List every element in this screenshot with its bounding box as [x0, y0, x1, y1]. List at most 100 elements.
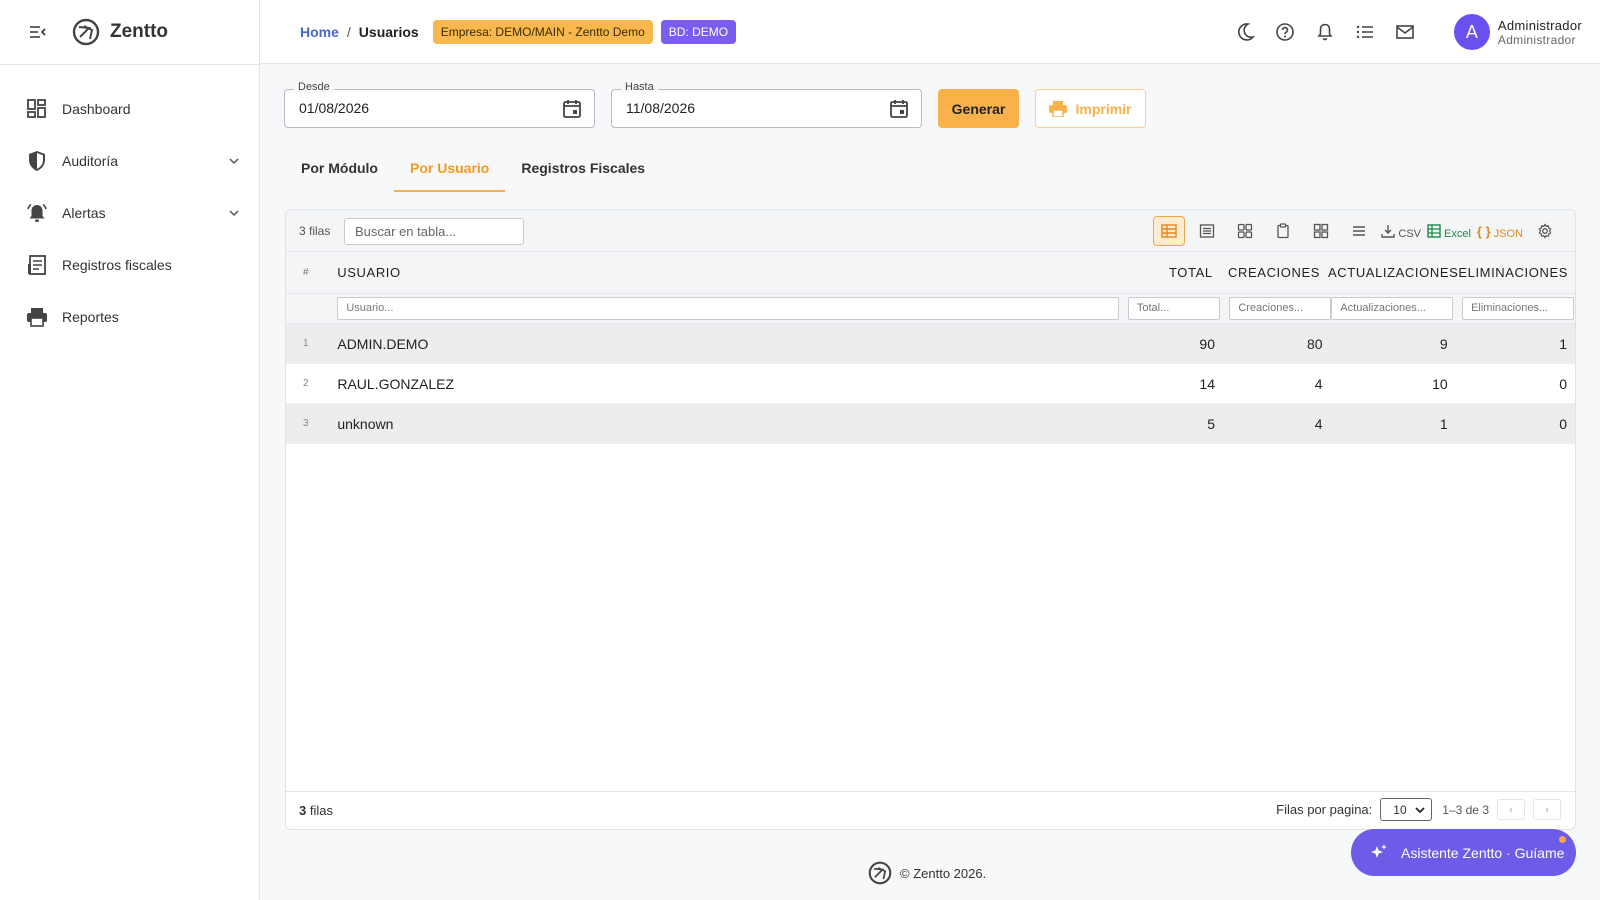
table-view-icon[interactable] [1153, 216, 1186, 246]
cell-usuario: ADMIN.DEMO [337, 335, 429, 352]
generar-button[interactable]: Generar [938, 89, 1019, 128]
pagination-range: 1–3 de 3 [1442, 802, 1489, 817]
sidebar-item-reportes[interactable]: Reportes [0, 291, 259, 343]
filter-usuario-cell: Usuario... [329, 297, 1124, 320]
report-tabs: Por Módulo Por Usuario Registros Fiscale… [285, 150, 661, 192]
user-name: Administrador [1497, 17, 1582, 33]
table-row[interactable]: 3 unknown 5 4 1 0 [286, 404, 1575, 444]
sidebar-item-label: Reportes [62, 309, 119, 325]
column-header-creaciones[interactable]: CREACIONES [1221, 265, 1328, 280]
page-footer: © Zentto 2026. [868, 861, 986, 885]
assistant-button[interactable]: Asistente Zentto · Guíame [1351, 829, 1576, 876]
tab-por-usuario[interactable]: Por Usuario [394, 150, 506, 192]
column-header-actualizaciones[interactable]: ACTUALIZACIONES [1328, 265, 1458, 280]
assistant-label: Asistente Zentto · Guíame [1401, 844, 1565, 861]
breadcrumb-current: Usuarios [358, 23, 419, 40]
dark-mode-icon[interactable] [1235, 22, 1255, 42]
sidebar-item-registros-fiscales[interactable]: Registros fiscales [0, 239, 259, 291]
cell-total: 14 [1199, 375, 1215, 392]
sidebar-item-alertas[interactable]: Alertas [0, 187, 259, 239]
rows-per-page-value: 10 [1393, 802, 1407, 817]
breadcrumb-home[interactable]: Home [300, 24, 339, 40]
user-role: Administrador [1497, 32, 1576, 47]
footer-count-suffix: filas [309, 803, 333, 818]
table-search-input[interactable]: Buscar en tabla... [344, 218, 524, 245]
footer-row-count: 3 filas [286, 803, 333, 818]
copyright-text: © Zentto 2026. [900, 865, 987, 881]
imprimir-button[interactable]: Imprimir [1035, 89, 1146, 128]
rows-per-page-label: Filas por pagina: [1276, 802, 1373, 817]
sidebar-item-label: Alertas [62, 205, 106, 221]
rows-per-page-select[interactable]: 10 [1380, 798, 1433, 821]
desde-date-field[interactable]: Desde 01/08/2026 [284, 81, 595, 128]
cell-eliminaciones: 0 [1559, 415, 1567, 432]
export-excel-button[interactable]: Excel [1427, 216, 1471, 246]
filter-creaciones-input[interactable]: Creaciones... [1229, 297, 1332, 320]
prev-page-button[interactable]: ‹ [1497, 799, 1525, 820]
user-menu[interactable]: A Administrador Administrador [1453, 14, 1582, 50]
filter-creaciones-cell: Creaciones... [1221, 297, 1332, 320]
filter-eliminaciones-input[interactable]: Eliminaciones... [1462, 297, 1575, 320]
task-list-icon[interactable] [1355, 22, 1375, 42]
sparkles-icon [1369, 843, 1389, 863]
row-number: 2 [303, 378, 309, 389]
column-header-eliminaciones[interactable]: ELIMINACIONES [1456, 265, 1575, 280]
csv-label: CSV [1398, 227, 1422, 240]
mail-icon[interactable] [1395, 22, 1415, 42]
export-csv-button[interactable]: CSV [1381, 216, 1421, 246]
cell-total: 5 [1207, 415, 1215, 432]
calendar-icon[interactable] [888, 98, 910, 120]
density-icon[interactable] [1343, 216, 1375, 246]
desde-label: Desde [294, 81, 334, 93]
filter-actualizaciones-cell: Actualizaciones... [1331, 297, 1456, 320]
filter-actualizaciones-input[interactable]: Actualizaciones... [1331, 297, 1454, 320]
hasta-date-field[interactable]: Hasta 11/08/2026 [611, 81, 922, 128]
sidebar-item-label: Dashboard [62, 101, 131, 117]
export-json-button[interactable]: { } JSON [1477, 216, 1523, 246]
tab-registros-fiscales[interactable]: Registros Fiscales [505, 150, 661, 192]
sidebar-item-label: Registros fiscales [62, 257, 172, 273]
brand-name: Zentto [110, 21, 169, 42]
next-page-button[interactable]: › [1533, 799, 1561, 820]
column-header-num: # [303, 267, 310, 278]
table-row[interactable]: 1 ADMIN.DEMO 90 80 9 1 [286, 324, 1575, 364]
receipt-icon [26, 254, 48, 276]
pagination: Filas por pagina: 10 1–3 de 3 ‹ › [1276, 798, 1561, 821]
data-grid: 3 filas Buscar en tabla... CSV Excel {}… [285, 209, 1576, 830]
excel-label: Excel [1444, 227, 1471, 240]
sidebar-nav: Dashboard Auditoría Alertas Registros fi… [0, 65, 259, 343]
database-badge: BD: DEMO [660, 19, 737, 44]
json-label: JSON [1493, 227, 1523, 240]
empresa-badge: Empresa: DEMO/MAIN - Zentto Demo [432, 19, 653, 44]
tab-por-modulo[interactable]: Por Módulo [285, 150, 394, 192]
column-header-total[interactable]: TOTAL [1123, 265, 1221, 280]
cell-creaciones: 80 [1306, 335, 1323, 352]
cell-usuario: unknown [337, 415, 394, 432]
column-header-usuario[interactable]: USUARIO [329, 265, 1123, 280]
sidebar-item-dashboard[interactable]: Dashboard [0, 83, 259, 135]
filter-eliminaciones-cell: Eliminaciones... [1456, 297, 1575, 320]
desde-value: 01/08/2026 [299, 100, 370, 116]
filter-total-input[interactable]: Total... [1127, 297, 1220, 320]
footer-count-number: 3 [299, 803, 307, 818]
cell-total: 90 [1199, 335, 1215, 352]
cell-eliminaciones: 1 [1559, 335, 1567, 352]
calendar-icon[interactable] [561, 98, 583, 120]
table-row[interactable]: 2 RAUL.GONZALEZ 14 4 10 0 [286, 364, 1575, 404]
settings-gear-icon[interactable] [1529, 216, 1561, 246]
grid-toolbar: 3 filas Buscar en tabla... CSV Excel {}… [286, 210, 1575, 252]
clipboard-icon[interactable] [1267, 216, 1299, 246]
sidebar-item-auditoria[interactable]: Auditoría [0, 135, 259, 187]
list-view-icon[interactable] [1191, 216, 1223, 246]
group-view-icon[interactable] [1305, 216, 1337, 246]
cell-creaciones: 4 [1314, 375, 1323, 392]
notifications-icon[interactable] [1315, 22, 1335, 42]
help-icon[interactable] [1275, 22, 1295, 42]
filter-usuario-input[interactable]: Usuario... [337, 297, 1120, 320]
menu-collapse-icon[interactable] [28, 22, 48, 42]
row-number: 3 [303, 418, 309, 429]
chevron-down-icon [227, 154, 241, 168]
hasta-label: Hasta [621, 81, 658, 93]
card-view-icon[interactable] [1229, 216, 1261, 246]
row-number: 1 [303, 338, 309, 349]
